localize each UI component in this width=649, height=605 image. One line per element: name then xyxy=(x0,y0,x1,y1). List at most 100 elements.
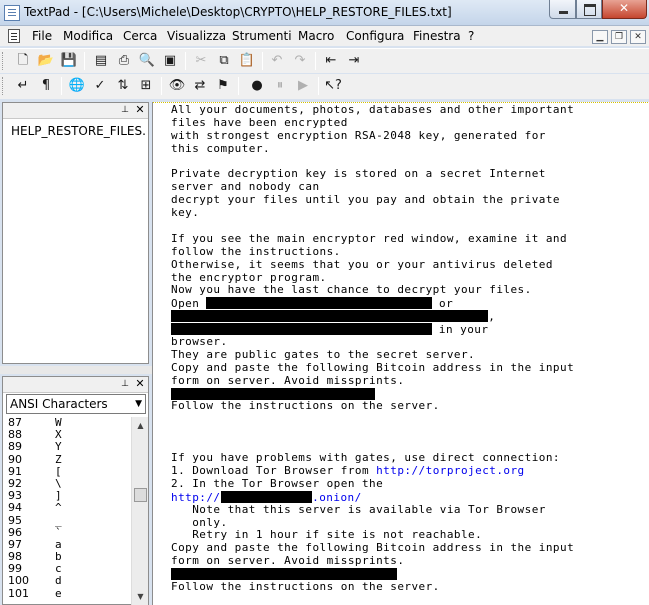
minimize-button[interactable] xyxy=(549,0,576,19)
chevron-down-icon[interactable]: ▼ xyxy=(135,395,142,413)
menu-file[interactable]: File xyxy=(32,29,52,43)
play-macro-icon[interactable]: ▶ xyxy=(294,77,312,95)
word-wrap-icon[interactable]: ↵ xyxy=(14,77,32,95)
character-list-item[interactable]: 91 [ xyxy=(3,465,131,478)
new-file-icon[interactable]: 🗋 xyxy=(14,52,32,70)
menu-strumenti[interactable]: Strumenti xyxy=(232,29,292,43)
spell-check-icon[interactable]: ✓ xyxy=(91,77,109,95)
decrease-indent-icon[interactable]: ⇤ xyxy=(322,52,340,70)
print-preview-icon[interactable]: 🔍 xyxy=(138,52,156,70)
editor-line: form on server. Avoid missprints. xyxy=(171,554,641,568)
redacted-text xyxy=(171,323,432,336)
character-list: 87 W 88 X 89 Y 90 Z 91[92 \ 93] 94 ^ 95 _ 96 ` 97 a 98 b 99 c 1… xyxy=(3,417,131,605)
mdi-restore-button[interactable]: ❐ xyxy=(611,30,627,44)
pause-macro-icon[interactable]: ⏸ xyxy=(271,77,289,95)
character-list-scrollbar[interactable]: ▲ ▼ xyxy=(131,417,148,605)
menu-cerca[interactable]: Cerca xyxy=(123,29,157,43)
document-list-item[interactable]: HELP_RESTORE_FILES... xyxy=(11,124,146,138)
toolbar-grip[interactable] xyxy=(2,77,5,95)
character-code: 98 xyxy=(8,550,22,564)
compare-files-icon[interactable]: ⊞ xyxy=(137,77,155,95)
panel-splitter[interactable] xyxy=(0,366,152,374)
toolbar-grip[interactable] xyxy=(2,52,5,70)
editor-line-text: All your documents, photos, databases an… xyxy=(171,103,575,116)
record-macro-icon[interactable]: ● xyxy=(248,77,266,95)
menu-macro[interactable]: Macro xyxy=(298,29,334,43)
character-code: 87 xyxy=(8,417,22,429)
undo-icon[interactable]: ↶ xyxy=(268,52,286,70)
visible-spaces-icon[interactable]: ¶ xyxy=(37,77,55,95)
copy-icon[interactable]: ⧉ xyxy=(215,52,233,70)
scrollbar-thumb[interactable] xyxy=(134,488,147,502)
character-list-item[interactable]: 94 ^ xyxy=(3,502,131,514)
panel-close-icon[interactable]: ✕ xyxy=(134,104,146,116)
editor-line: Follow the instructions on the server. xyxy=(171,580,641,594)
editor-text[interactable]: All your documents, photos, databases an… xyxy=(171,103,641,594)
maximize-button[interactable] xyxy=(576,0,602,19)
context-help-icon[interactable]: ↖? xyxy=(324,77,342,95)
editor-line-text: Open xyxy=(171,297,207,311)
redacted-text xyxy=(171,387,376,400)
paste-icon[interactable]: 📋 xyxy=(238,52,256,70)
mdi-minimize-button[interactable]: ▁ xyxy=(592,30,608,44)
textpad-app-icon[interactable] xyxy=(4,5,20,21)
print-icon[interactable]: ⎙ xyxy=(115,52,133,70)
bookmark-icon[interactable]: ⚑ xyxy=(214,77,232,95)
open-file-icon[interactable]: 📂 xyxy=(37,52,55,70)
editor-line-text: only. xyxy=(171,515,228,529)
redacted-text xyxy=(220,490,313,503)
character-list-item[interactable]: 88 X xyxy=(3,429,131,441)
character-list-item[interactable]: 100 d xyxy=(3,575,131,587)
save-icon[interactable]: 💾 xyxy=(60,52,78,70)
character-glyph: d xyxy=(55,574,62,588)
panel-close-icon[interactable]: ✕ xyxy=(134,378,146,390)
character-list-item[interactable]: 97 a xyxy=(3,538,131,551)
panel-dock-icon[interactable]: ⊥ xyxy=(119,104,131,116)
editor-line-text: or xyxy=(431,297,454,311)
menu-modifica[interactable]: Modifica xyxy=(63,29,113,43)
browser-view-icon[interactable]: 🌐 xyxy=(68,77,86,95)
sort-icon[interactable]: ⇅ xyxy=(114,77,132,95)
menu-finestra[interactable]: Finestra xyxy=(413,29,461,43)
panel-dock-icon[interactable]: ⊥ xyxy=(119,378,131,390)
character-glyph: W xyxy=(55,417,62,429)
increase-indent-icon[interactable]: ⇥ xyxy=(345,52,363,70)
character-list-item[interactable]: 93] xyxy=(3,490,131,502)
menu-help[interactable]: ? xyxy=(468,29,474,43)
document-icon[interactable] xyxy=(8,29,20,43)
character-list-item[interactable]: 96 ` xyxy=(3,525,131,539)
mdi-close-button[interactable]: ✕ xyxy=(630,30,646,44)
scroll-down-icon[interactable]: ▼ xyxy=(132,588,149,605)
editor-line-text: Otherwise, it seems that you or your ant… xyxy=(171,257,553,271)
character-list-item[interactable]: 89 Y xyxy=(3,441,131,453)
redacted-text xyxy=(171,568,397,581)
redacted-text xyxy=(171,310,489,323)
editor-link[interactable]: http://torproject.org xyxy=(376,464,525,477)
document-properties-icon[interactable]: ▣ xyxy=(161,52,179,70)
save-all-icon[interactable]: ▤ xyxy=(92,52,110,70)
menu-visualizza[interactable]: Visualizza xyxy=(167,29,226,43)
charset-select[interactable]: ANSI Characters ▼ xyxy=(6,394,146,414)
character-list-item[interactable]: 95 _ xyxy=(3,513,131,527)
character-list-item[interactable]: 87 W xyxy=(3,417,131,429)
editor-line-text: Copy and paste the following Bitcoin add… xyxy=(171,541,575,555)
character-glyph: _ xyxy=(55,513,62,527)
replace-icon[interactable]: ⇄ xyxy=(191,77,209,95)
character-list-item[interactable]: 101 e xyxy=(3,587,131,600)
character-list-item[interactable]: 92 \ xyxy=(3,476,131,490)
character-list-item[interactable]: 98 b xyxy=(3,551,131,563)
cut-icon[interactable]: ✂ xyxy=(192,52,210,70)
redo-icon[interactable]: ↷ xyxy=(291,52,309,70)
editor-line-text: files have been encrypted xyxy=(171,115,348,129)
character-glyph: \ xyxy=(55,476,62,490)
editor-line-text: Now you have the last chance to decrypt … xyxy=(171,283,532,297)
menu-configura[interactable]: Configura xyxy=(346,29,404,43)
close-button[interactable] xyxy=(602,0,647,19)
find-in-files-icon[interactable]: 👁 xyxy=(168,77,186,95)
character-list-item[interactable]: 90 Z xyxy=(3,453,131,466)
character-glyph: ` xyxy=(55,525,62,539)
scroll-up-icon[interactable]: ▲ xyxy=(132,417,149,434)
charset-select-value: ANSI Characters xyxy=(10,397,108,411)
editor-line-text: 1. Download Tor Browser from xyxy=(171,463,377,477)
